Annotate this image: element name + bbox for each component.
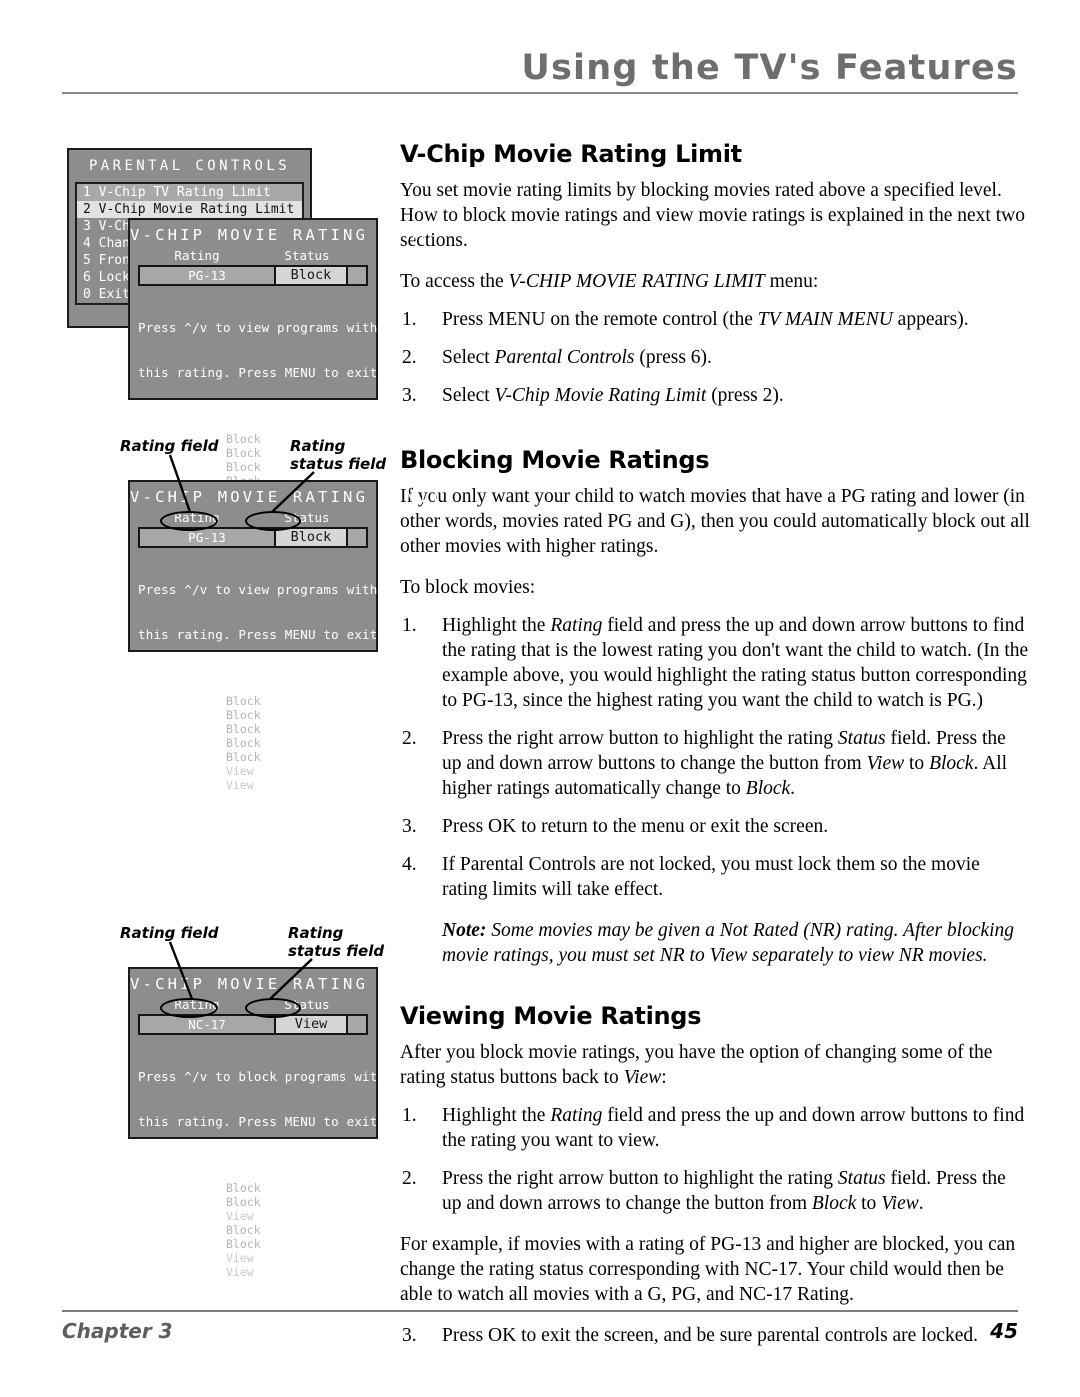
callout-leader-lines-2 bbox=[168, 941, 313, 1000]
callout-rating-field-2: Rating field bbox=[120, 924, 219, 942]
callout-rating-status-field-2: Rating status field bbox=[288, 924, 384, 960]
callout-line-1: Rating bbox=[290, 437, 346, 455]
callout-rating-status-field-1: Rating status field bbox=[290, 437, 386, 473]
callout-line-1: Rating bbox=[288, 924, 344, 942]
callout-rating-field-1: Rating field bbox=[120, 437, 219, 455]
callout-line-2: status field bbox=[288, 942, 385, 960]
callout-line-2: status field bbox=[290, 455, 387, 473]
